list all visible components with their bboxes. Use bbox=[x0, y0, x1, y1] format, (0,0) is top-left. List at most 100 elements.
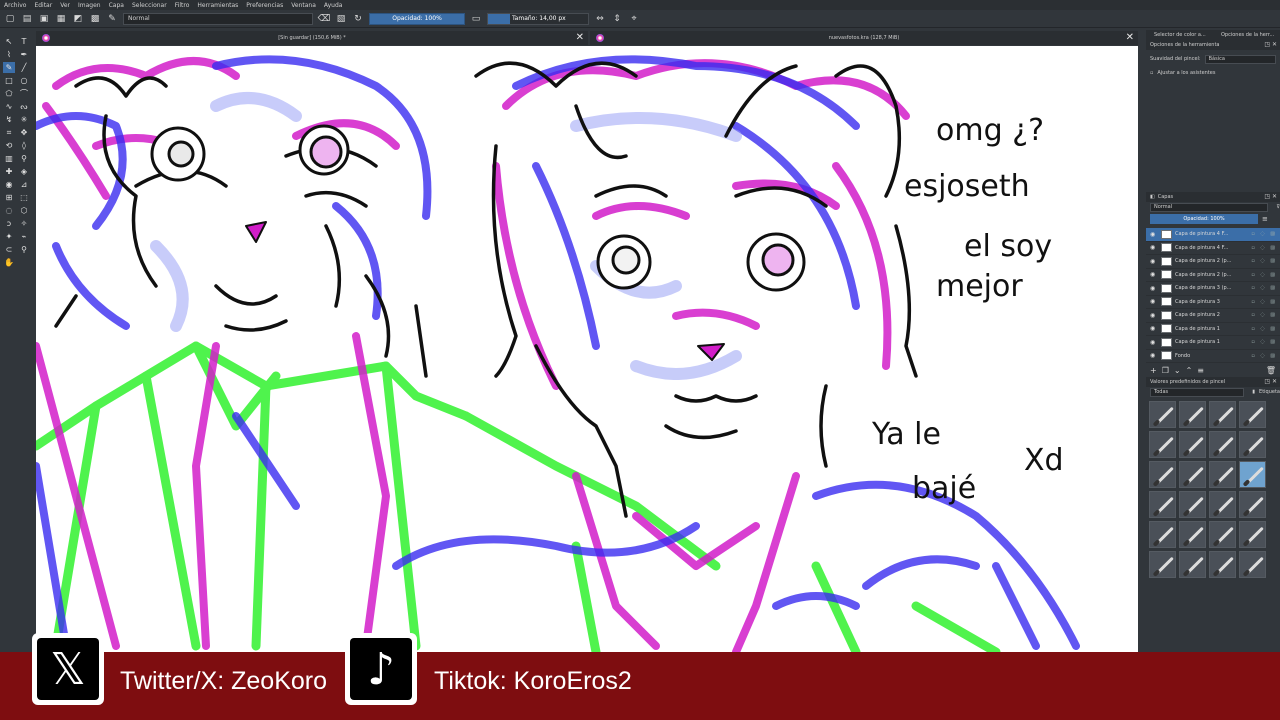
fill-tool-icon[interactable]: ◈ bbox=[18, 166, 30, 177]
size-slider[interactable]: Tamaño: 14,00 px bbox=[487, 12, 589, 25]
layer-flags-icon[interactable]: ▫ ◌ ▨ bbox=[1251, 326, 1277, 332]
brush-preset[interactable] bbox=[1179, 551, 1206, 578]
transform-tool-icon[interactable]: ⟲ bbox=[3, 140, 15, 151]
move-down-icon[interactable]: ⌄ bbox=[1174, 366, 1181, 375]
close-icon[interactable]: ✕ bbox=[576, 31, 584, 45]
preserve-alpha-icon[interactable]: ▧ bbox=[335, 13, 347, 25]
brush-preset[interactable] bbox=[1179, 401, 1206, 428]
tab-tool-options[interactable]: Opciones de la herr... bbox=[1213, 30, 1280, 40]
eraser-icon[interactable]: ⌫ bbox=[318, 13, 331, 25]
pan-tool-icon[interactable]: ✋ bbox=[3, 257, 15, 268]
layer-flags-icon[interactable]: ▫ ◌ ▨ bbox=[1251, 299, 1277, 305]
assistant-tool-icon[interactable]: ◊ bbox=[18, 140, 30, 151]
menu-icon[interactable]: ≡ bbox=[1262, 215, 1268, 223]
color-picker-icon[interactable]: ⚲ bbox=[18, 153, 30, 164]
brush-preset[interactable] bbox=[1239, 401, 1266, 428]
brush-preset[interactable] bbox=[1149, 491, 1176, 518]
filter-icon[interactable]: ⊽ bbox=[1276, 204, 1280, 210]
brush-preset[interactable] bbox=[1179, 461, 1206, 488]
magnetic-select-icon[interactable]: ⊂ bbox=[3, 244, 15, 255]
eye-icon[interactable]: ◉ bbox=[1150, 339, 1158, 346]
ellipse-tool-icon[interactable]: ○ bbox=[18, 75, 30, 86]
eye-icon[interactable]: ◉ bbox=[1150, 312, 1158, 319]
layer-flags-icon[interactable]: ▫ ◌ ▨ bbox=[1251, 353, 1277, 359]
document-tab-2[interactable]: nuevasfotos.kra (128,7 MiB) ✕ bbox=[590, 31, 1138, 45]
smart-patch-icon[interactable]: ✚ bbox=[3, 166, 15, 177]
dynamic-brush-icon[interactable]: ↯ bbox=[3, 114, 15, 125]
layer-row[interactable]: ◉ Capa de pintura 1 ▫ ◌ ▨ bbox=[1146, 336, 1280, 350]
flow-icon[interactable]: ▭ bbox=[470, 13, 482, 25]
layer-row[interactable]: ◉ Capa de pintura 2 ▫ ◌ ▨ bbox=[1146, 309, 1280, 323]
drawing-canvas[interactable]: omg ¿? esjoseth el soy mejor Ya le bajé … bbox=[36, 46, 1138, 652]
enclose-fill-icon[interactable]: ◉ bbox=[3, 179, 15, 190]
eye-icon[interactable]: ◉ bbox=[1150, 271, 1158, 278]
crop-tool-icon[interactable]: ⌗ bbox=[3, 127, 15, 138]
reference-tool-icon[interactable]: ⊞ bbox=[3, 192, 15, 203]
brush-filter-select[interactable]: Todas bbox=[1150, 387, 1245, 397]
brush-preset[interactable] bbox=[1149, 521, 1176, 548]
measure-tool-icon[interactable]: ⊿ bbox=[18, 179, 30, 190]
brush-preset[interactable] bbox=[1239, 551, 1266, 578]
layer-row[interactable]: ◉ Fondo ▫ ◌ ▨ bbox=[1146, 350, 1280, 363]
delete-layer-icon[interactable]: 🗑 bbox=[1266, 366, 1276, 375]
opacity-slider[interactable]: Opacidad: 100% bbox=[369, 12, 465, 25]
blend-mode-select[interactable]: Normal bbox=[123, 12, 313, 25]
bezier-tool-icon[interactable]: ∿ bbox=[3, 101, 15, 112]
layer-flags-icon[interactable]: ▫ ◌ ▨ bbox=[1251, 339, 1277, 345]
brush-preset[interactable] bbox=[1209, 491, 1236, 518]
eye-icon[interactable]: ◉ bbox=[1150, 285, 1158, 292]
zoom-tool-icon[interactable]: ⚲ bbox=[18, 244, 30, 255]
brush-preset[interactable] bbox=[1209, 431, 1236, 458]
menu-item[interactable]: Filtro bbox=[175, 2, 190, 9]
layer-row[interactable]: ◉ Capa de pintura 1 ▫ ◌ ▨ bbox=[1146, 323, 1280, 336]
move-up-icon[interactable]: ⌃ bbox=[1186, 366, 1193, 375]
menu-item[interactable]: Herramientas bbox=[197, 2, 238, 9]
freehand-path-icon[interactable]: ᔓ bbox=[18, 101, 30, 112]
freehand-select-icon[interactable]: ↄ bbox=[3, 218, 15, 229]
ellipse-select-icon[interactable]: ◌ bbox=[3, 205, 15, 216]
layer-row[interactable]: ◉ Capa de pintura 3 ▫ ◌ ▨ bbox=[1146, 296, 1280, 309]
new-document-icon[interactable]: ▢ bbox=[4, 13, 16, 25]
brush-preset[interactable] bbox=[1239, 521, 1266, 548]
mirror-horizontal-icon[interactable]: ⇔ bbox=[594, 13, 606, 25]
brush-preset[interactable] bbox=[1239, 461, 1266, 488]
float-close-icon[interactable]: ◳ ✕ bbox=[1264, 377, 1277, 387]
eye-icon[interactable]: ◉ bbox=[1150, 244, 1158, 251]
rectangle-tool-icon[interactable]: □ bbox=[3, 75, 15, 86]
rect-select-icon[interactable]: ⬚ bbox=[18, 192, 30, 203]
menu-item[interactable]: Ver bbox=[60, 2, 70, 9]
menu-item[interactable]: Seleccionar bbox=[132, 2, 167, 9]
menu-item[interactable]: Ayuda bbox=[324, 2, 343, 9]
float-close-icon[interactable]: ◳ ✕ bbox=[1264, 40, 1277, 50]
gradient-icon[interactable]: ▦ bbox=[55, 13, 67, 25]
duplicate-layer-icon[interactable]: ❐ bbox=[1162, 366, 1169, 375]
eye-icon[interactable]: ◉ bbox=[1150, 325, 1158, 332]
brush-preset[interactable] bbox=[1179, 431, 1206, 458]
similar-select-icon[interactable]: ✦ bbox=[3, 231, 15, 242]
eye-icon[interactable]: ◉ bbox=[1150, 352, 1158, 359]
open-document-icon[interactable]: ▤ bbox=[21, 13, 33, 25]
multibrush-icon[interactable]: ✳ bbox=[18, 114, 30, 125]
layer-flags-icon[interactable]: ▫ ◌ ▨ bbox=[1251, 231, 1277, 237]
contiguous-select-icon[interactable]: ✧ bbox=[18, 218, 30, 229]
brush-preset[interactable] bbox=[1149, 461, 1176, 488]
polygon-tool-icon[interactable]: ⬠ bbox=[3, 88, 15, 99]
select-shapes-icon[interactable]: ↖ bbox=[3, 36, 15, 47]
close-icon[interactable]: ✕ bbox=[1126, 31, 1134, 45]
menu-item[interactable]: Editar bbox=[34, 2, 52, 9]
menu-item[interactable]: Preferencias bbox=[246, 2, 283, 9]
edit-shapes-icon[interactable]: ⌇ bbox=[3, 49, 15, 60]
gradient-tool-icon[interactable]: ▥ bbox=[3, 153, 15, 164]
tab-color-selector[interactable]: Selector de color a... bbox=[1146, 30, 1213, 40]
eye-icon[interactable]: ◉ bbox=[1150, 231, 1158, 238]
layer-flags-icon[interactable]: ▫ ◌ ▨ bbox=[1251, 285, 1277, 291]
layer-flags-icon[interactable]: ▫ ◌ ▨ bbox=[1251, 245, 1277, 251]
text-tool-icon[interactable]: T bbox=[18, 36, 30, 47]
reset-icon[interactable]: ↻ bbox=[352, 13, 364, 25]
layer-opacity-slider[interactable]: Opacidad: 100% bbox=[1150, 214, 1258, 224]
polygon-select-icon[interactable]: ⬡ bbox=[18, 205, 30, 216]
menu-item[interactable]: Capa bbox=[109, 2, 124, 9]
properties-icon[interactable]: ≡ bbox=[1197, 366, 1204, 375]
layer-flags-icon[interactable]: ▫ ◌ ▨ bbox=[1251, 312, 1277, 318]
layer-blend-select[interactable]: Normal bbox=[1150, 202, 1269, 212]
